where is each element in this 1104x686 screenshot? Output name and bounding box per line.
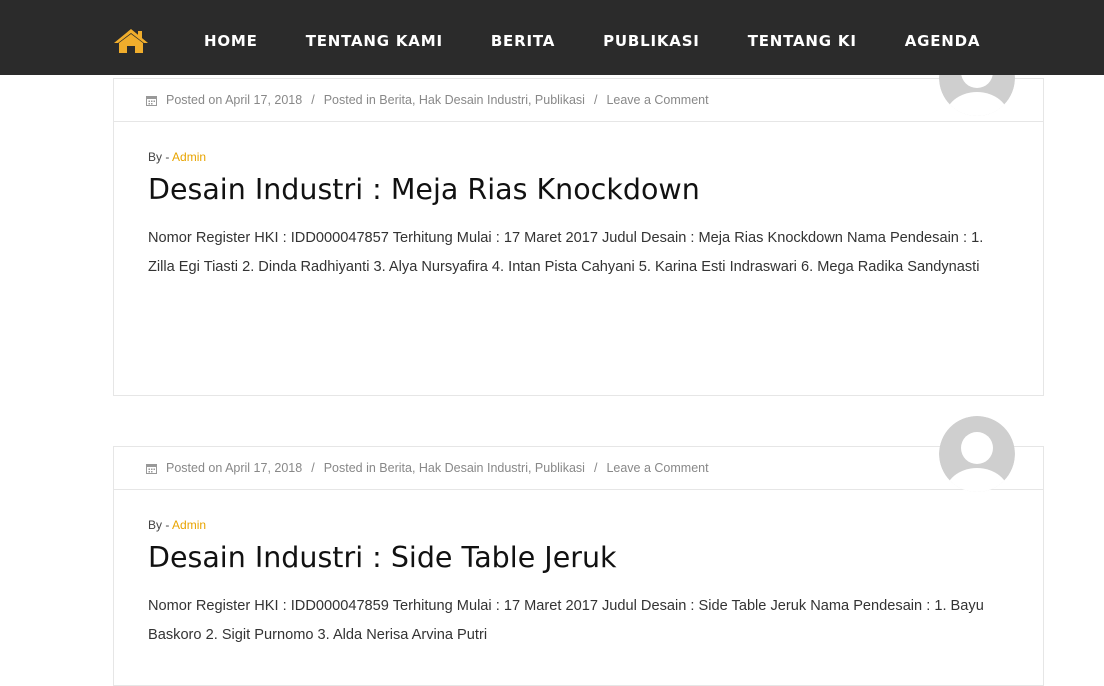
byline: By - Admin xyxy=(148,150,1009,164)
post-excerpt: Nomor Register HKI : IDD000047857 Terhit… xyxy=(148,230,984,275)
byline-prefix: By - xyxy=(148,518,173,532)
top-navbar: HOME TENTANG KAMI BERITA PUBLIKASI TENTA… xyxy=(0,0,1104,75)
post-categories[interactable]: Posted in Berita, Hak Desain Industri, P… xyxy=(324,93,585,107)
post-title[interactable]: Desain Industri : Meja Rias Knockdown xyxy=(148,170,1009,210)
nav-item-publikasi[interactable]: PUBLIKASI xyxy=(603,32,700,50)
meta-separator: / xyxy=(593,93,598,107)
post-excerpt: Nomor Register HKI : IDD000047859 Terhit… xyxy=(148,598,984,643)
post-card: Posted on April 17, 2018 / Posted in Ber… xyxy=(113,446,1044,686)
author-link[interactable]: Admin xyxy=(172,150,206,164)
avatar-icon xyxy=(939,416,1015,492)
meta-separator: / xyxy=(593,461,598,475)
calendar-icon xyxy=(146,95,157,106)
home-icon[interactable] xyxy=(113,28,149,54)
post-meta: Posted on April 17, 2018 / Posted in Ber… xyxy=(114,447,1043,490)
post-date[interactable]: Posted on April 17, 2018 xyxy=(166,93,302,107)
nav-item-home[interactable]: HOME xyxy=(204,32,258,50)
nav-item-agenda[interactable]: AGENDA xyxy=(905,32,981,50)
post-date[interactable]: Posted on April 17, 2018 xyxy=(166,461,302,475)
byline-prefix: By - xyxy=(148,150,173,164)
leave-comment-link[interactable]: Leave a Comment xyxy=(606,93,708,107)
byline: By - Admin xyxy=(148,518,1009,532)
nav-item-tentang-ki[interactable]: TENTANG KI xyxy=(748,32,857,50)
main-menu: HOME TENTANG KAMI BERITA PUBLIKASI TENTA… xyxy=(113,19,980,63)
post-meta: Posted on April 17, 2018 / Posted in Ber… xyxy=(114,79,1043,122)
calendar-icon xyxy=(146,463,157,474)
post-title[interactable]: Desain Industri : Side Table Jeruk xyxy=(148,538,1009,578)
nav-item-berita[interactable]: BERITA xyxy=(491,32,555,50)
leave-comment-link[interactable]: Leave a Comment xyxy=(606,461,708,475)
meta-separator: / xyxy=(311,93,315,107)
nav-item-tentang-kami[interactable]: TENTANG KAMI xyxy=(306,32,443,50)
author-link[interactable]: Admin xyxy=(172,518,206,532)
post-categories[interactable]: Posted in Berita, Hak Desain Industri, P… xyxy=(324,461,585,475)
post-card: Posted on April 17, 2018 / Posted in Ber… xyxy=(113,78,1044,396)
meta-separator: / xyxy=(311,461,315,475)
